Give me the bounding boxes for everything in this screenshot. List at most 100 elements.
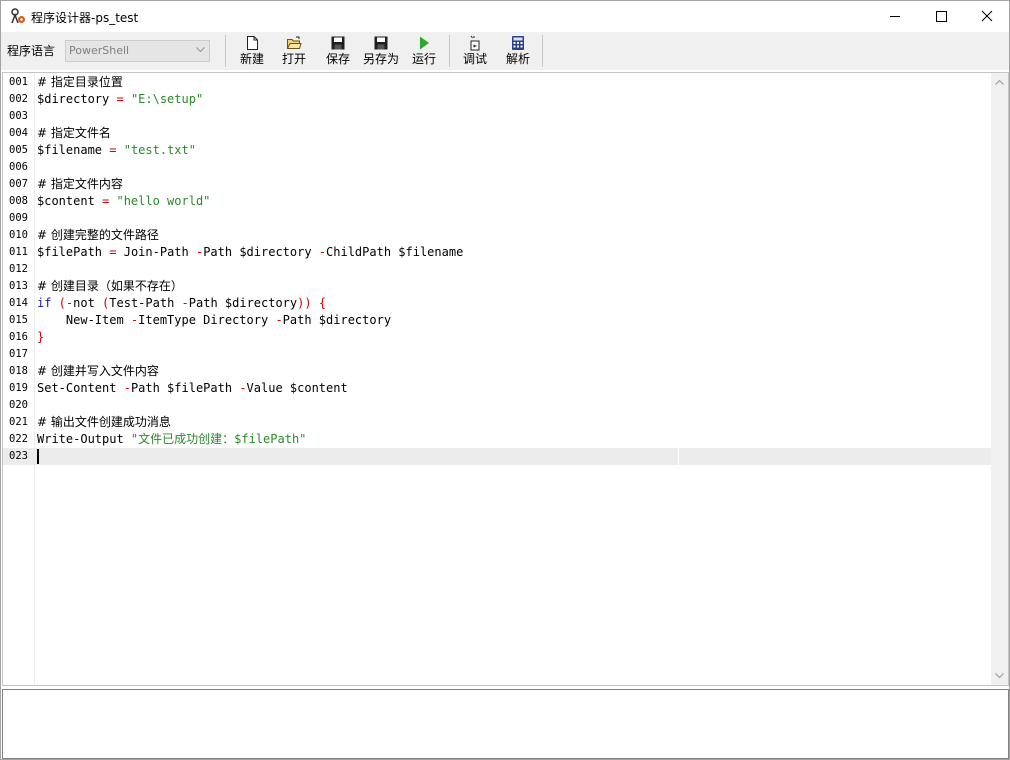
maximize-icon [936, 11, 947, 22]
line-number: 005 [9, 144, 28, 156]
code-token: ItemType Directory [138, 313, 276, 327]
close-button[interactable] [964, 1, 1010, 32]
code-text: # 创建完整的文件路径 [37, 227, 159, 244]
window-title: 程序设计器-ps_test [31, 11, 139, 25]
code-text: Write-Output "文件已成功创建：$filePath" [37, 431, 306, 448]
code-line[interactable]: 006 [3, 159, 991, 176]
code-token: # 指定文件内容 [37, 177, 123, 191]
toolbar-separator [225, 35, 226, 67]
code-token: "E:\setup" [130, 92, 204, 106]
code-line[interactable]: 009 [3, 210, 991, 227]
run-icon [420, 36, 429, 50]
code-line[interactable]: 004 # 指定文件名 [3, 125, 991, 142]
open-button[interactable]: 打开 [277, 35, 311, 67]
code-token: - [318, 245, 327, 259]
code-line[interactable]: 015 New-Item -ItemType Directory -Path $… [3, 312, 991, 329]
code-token: "hello world" [116, 194, 211, 208]
app-icon [10, 8, 26, 24]
debug-button[interactable]: 调试 [458, 35, 492, 67]
code-token: Value $content [246, 381, 348, 395]
code-token: ChildPath $filename [326, 245, 464, 259]
code-token: New-Item [37, 313, 131, 327]
code-line[interactable]: 011 $filePath = Join-Path -Path $director… [3, 244, 991, 261]
code-line[interactable]: 003 [3, 108, 991, 125]
code-token: Test-Path [109, 296, 182, 310]
line-number: 014 [9, 297, 28, 309]
code-line[interactable]: 016} [3, 329, 991, 346]
scroll-up-icon[interactable] [995, 79, 1004, 85]
save-as-button-label: 另存为 [362, 52, 399, 66]
code-token: - [123, 381, 131, 395]
line-number: 019 [9, 382, 28, 394]
output-pane[interactable] [2, 689, 1009, 759]
code-line[interactable]: 021 # 输出文件创建成功消息 [3, 414, 991, 431]
line-number: 017 [9, 348, 28, 360]
code-text: # 输出文件创建成功消息 [37, 414, 171, 431]
maximize-button[interactable] [918, 1, 964, 32]
code-token: # 指定文件名 [37, 126, 111, 140]
toolbar: 程序语言 PowerShell 新建 打开 保存 另存为 运行 调试 解析 [1, 32, 1009, 70]
code-token: ( [51, 296, 66, 310]
code-line[interactable]: 013 # 创建目录（如果不存在） [3, 278, 991, 295]
code-token: $directory [37, 92, 110, 106]
code-token: - [181, 296, 189, 310]
code-text: # 创建目录（如果不存在） [37, 278, 183, 295]
line-number: 020 [9, 399, 28, 411]
save-as-icon [374, 36, 388, 50]
debug-button-label: 调试 [462, 52, 487, 66]
code-line[interactable]: 023 [3, 448, 991, 465]
save-icon [331, 36, 345, 50]
code-token: $filePath [37, 245, 103, 259]
language-select[interactable]: PowerShell [65, 40, 210, 62]
line-number: 007 [9, 178, 28, 190]
code-token: = [109, 92, 131, 106]
code-token: - [239, 381, 247, 395]
code-token: if [37, 296, 52, 310]
new-button[interactable]: 新建 [235, 35, 269, 67]
minimize-button[interactable] [872, 1, 918, 32]
toolbar-separator [542, 35, 543, 67]
open-folder-icon [286, 36, 302, 49]
code-area[interactable]: 001 # 指定目录位置 002 $directory = "E:\setup" 003… [3, 73, 991, 685]
language-label: 程序语言 [7, 44, 56, 58]
code-line[interactable]: 020 [3, 397, 991, 414]
code-token: Path $directory [203, 245, 319, 259]
parse-button[interactable]: 解析 [501, 35, 535, 67]
code-line[interactable]: 007 # 指定文件内容 [3, 176, 991, 193]
code-line[interactable]: 022 Write-Output "文件已成功创建：$filePath" [3, 431, 991, 448]
code-line[interactable]: 001 # 指定目录位置 [3, 74, 991, 91]
minimize-icon [890, 16, 900, 17]
run-button[interactable]: 运行 [407, 35, 441, 67]
save-button[interactable]: 保存 [321, 35, 355, 67]
code-line[interactable]: 008 $content = "hello world" [3, 193, 991, 210]
code-line[interactable]: 019 Set-Content -Path $filePath -Value $c… [3, 380, 991, 397]
code-line[interactable]: 005 $filename = "test.txt" [3, 142, 991, 159]
code-editor[interactable]: 001 # 指定目录位置 002 $directory = "E:\setup" 003… [2, 72, 1009, 686]
code-text: # 指定文件名 [37, 125, 111, 142]
code-line[interactable]: 010 # 创建完整的文件路径 [3, 227, 991, 244]
vertical-scrollbar[interactable] [991, 73, 1008, 685]
parse-button-label: 解析 [505, 52, 530, 66]
close-icon [981, 10, 993, 22]
code-text: # 创建并写入文件内容 [37, 363, 159, 380]
code-token: # 创建并写入文件内容 [37, 364, 159, 378]
line-number: 018 [9, 365, 28, 377]
code-line[interactable]: 014 if (-not (Test-Path -Path $directory)… [3, 295, 991, 312]
scroll-down-icon[interactable] [995, 673, 1004, 679]
line-number: 004 [9, 127, 28, 139]
app-window: 程序设计器-ps_test 程序语言 PowerShell 新建 打开 保存 另… [0, 0, 1010, 760]
save-as-button[interactable]: 另存为 [361, 35, 401, 67]
code-token: "文件已成功创建：$filePath" [130, 432, 307, 446]
code-text: # 指定目录位置 [37, 74, 123, 91]
code-line[interactable]: 017 [3, 346, 991, 363]
save-button-label: 保存 [325, 52, 350, 66]
code-token: Path $filePath [130, 381, 240, 395]
code-line[interactable]: 002 $directory = "E:\setup" [3, 91, 991, 108]
line-number: 002 [9, 93, 28, 105]
code-line[interactable]: 018 # 创建并写入文件内容 [3, 363, 991, 380]
code-token: # 创建完整的文件路径 [37, 228, 159, 242]
code-token: } [37, 330, 45, 344]
code-line[interactable]: 012 [3, 261, 991, 278]
title-bar[interactable]: 程序设计器-ps_test [1, 1, 1009, 32]
code-token: Join-Path [123, 245, 196, 259]
